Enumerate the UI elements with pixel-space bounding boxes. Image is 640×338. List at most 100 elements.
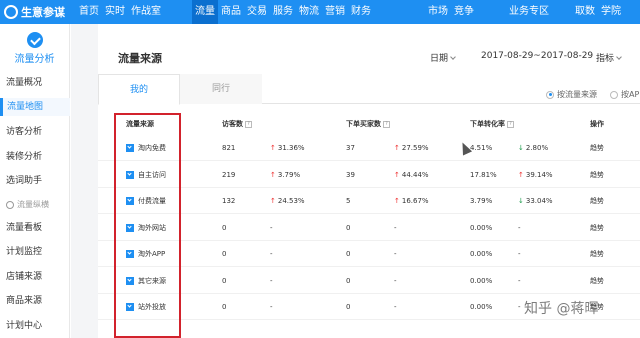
visitors-cell: 219 — [222, 170, 236, 179]
trend-link[interactable]: 趋势 — [590, 241, 604, 267]
buyers-cell: 37 — [346, 144, 355, 152]
col-header-conversion: 下单转化率? — [470, 119, 514, 129]
nav-business-zone[interactable]: 业务专区 — [506, 0, 552, 24]
change-value: - — [518, 276, 521, 285]
buyers-change-cell: - — [394, 268, 397, 294]
nav-data-fetch[interactable]: 取数 — [572, 0, 598, 24]
sidebar-item-decoration-analysis[interactable]: 装修分析 — [0, 148, 70, 166]
nav-finance[interactable]: 财务 — [348, 0, 374, 24]
tab-peers[interactable]: 同行 — [180, 74, 262, 104]
trend-link[interactable]: 趋势 — [590, 215, 604, 241]
conversion-cell: 3.79% — [470, 197, 493, 205]
conversion-change-cell: ↓ 33.04% — [518, 188, 553, 214]
nav-market[interactable]: 市场 — [425, 0, 451, 24]
buyers-change-cell: ↑ 44.44% — [394, 162, 429, 188]
sidebar-item-plan-center[interactable]: 计划中心 — [0, 317, 70, 335]
buyers-cell: 0 — [346, 223, 351, 232]
date-range[interactable]: 2017-08-29~2017-08-29 — [481, 51, 593, 61]
change-value: 27.59% — [401, 144, 429, 152]
tab-mine[interactable]: 我的 — [98, 74, 180, 105]
arrow-up-icon: ↑ — [270, 170, 276, 179]
change-value: 3.79% — [277, 170, 301, 179]
visitors-cell: 132 — [222, 197, 236, 205]
buyers-cell: 39 — [346, 170, 355, 179]
chevron-down-icon — [450, 54, 456, 60]
radio-button[interactable] — [610, 90, 618, 99]
content-gutter — [71, 24, 98, 338]
nav-marketing[interactable]: 营销 — [322, 0, 348, 24]
metric-selector[interactable]: 指标 — [596, 51, 622, 64]
visitors-change-cell: - — [270, 294, 273, 320]
conversion-change-cell: - — [518, 215, 521, 241]
arrow-up-icon: ↑ — [394, 170, 400, 179]
buyers-change-cell: - — [394, 215, 397, 241]
nav-realtime[interactable]: 实时 — [102, 0, 128, 24]
date-label: 日期 — [430, 54, 449, 64]
app-logo[interactable]: 生意参谋 — [0, 0, 68, 24]
change-value: - — [394, 276, 397, 285]
visitors-change-cell: - — [270, 268, 273, 294]
metric-label: 指标 — [596, 54, 615, 64]
trend-link[interactable]: 趋势 — [590, 162, 604, 188]
buyers-cell: 0 — [346, 276, 351, 285]
help-icon[interactable]: ? — [383, 120, 390, 128]
conversion-cell: 0.00% — [470, 276, 493, 285]
change-value: 16.67% — [401, 197, 429, 205]
sidebar-item-traffic-map[interactable]: 流量地图 — [0, 98, 70, 116]
nav-academy[interactable]: 学院 — [598, 0, 624, 24]
arrow-up-icon: ↑ — [394, 144, 400, 152]
highlight-box — [114, 113, 181, 338]
nav-home[interactable]: 首页 — [76, 0, 102, 24]
sidebar-item-shop-source[interactable]: 店铺来源 — [0, 268, 70, 286]
trend-link[interactable]: 趋势 — [590, 268, 604, 294]
arrow-up-icon: ↑ — [394, 197, 400, 205]
col-header-action: 操作 — [590, 120, 604, 128]
change-value: - — [270, 303, 273, 311]
nav-traffic[interactable]: 流量 — [192, 0, 218, 24]
visitors-change-cell: ↑ 31.36% — [270, 135, 305, 161]
radio-label: 按流量来源 — [557, 90, 597, 99]
change-value: 24.53% — [277, 197, 305, 205]
nav-group-market: 市场 竞争 — [425, 0, 477, 24]
nav-competition[interactable]: 竞争 — [451, 0, 477, 24]
nav-group-analysis: 流量 商品 交易 服务 物流 营销 财务 — [192, 0, 374, 24]
trend-link[interactable]: 趋势 — [590, 188, 604, 214]
trend-link[interactable]: 趋势 — [590, 135, 604, 161]
sidebar-item-traffic-board[interactable]: 流量看板 — [0, 219, 70, 237]
radio-button-selected[interactable] — [546, 90, 554, 99]
buyers-change-cell: ↑ 27.59% — [394, 135, 429, 161]
nav-logistics[interactable]: 物流 — [296, 0, 322, 24]
nav-service[interactable]: 服务 — [270, 0, 296, 24]
sidebar-title: 流量分析 — [14, 53, 55, 65]
app-title: 生意参谋 — [21, 6, 65, 19]
change-value: 39.14% — [525, 170, 553, 179]
sidebar-item-visitor-analysis[interactable]: 访客分析 — [0, 123, 70, 141]
nav-group-main: 首页 实时 作战室 — [76, 0, 164, 24]
col-header-label: 访客数 — [222, 120, 243, 128]
sidebar-item-product-source[interactable]: 商品来源 — [0, 292, 70, 310]
conversion-change-cell: ↓ 2.80% — [518, 135, 548, 161]
conversion-change-cell: - — [518, 294, 521, 320]
sidebar-item-traffic-overview[interactable]: 流量概况 — [0, 74, 70, 92]
sidebar-item-plan-monitor[interactable]: 计划监控 — [0, 243, 70, 261]
nav-war-room[interactable]: 作战室 — [128, 0, 164, 24]
change-value: 33.04% — [525, 197, 553, 205]
arrow-down-icon: ↓ — [518, 144, 524, 152]
conversion-cell: 0.00% — [470, 223, 493, 232]
date-selector[interactable]: 日期 — [430, 51, 456, 64]
change-value: - — [394, 223, 397, 232]
conversion-cell: 0.00% — [470, 250, 493, 258]
sidebar-item-keyword-helper[interactable]: 选词助手 — [0, 172, 70, 190]
buyers-change-cell: - — [394, 294, 397, 320]
nav-transactions[interactable]: 交易 — [244, 0, 270, 24]
nav-products[interactable]: 商品 — [218, 0, 244, 24]
arrow-up-icon: ↑ — [270, 144, 276, 152]
radio-by-source[interactable]: 按流量来源 — [546, 89, 597, 100]
radio-by-app[interactable]: 按APP — [610, 89, 640, 100]
traffic-analysis-icon — [26, 31, 43, 48]
visitors-cell: 0 — [222, 250, 227, 258]
help-icon[interactable]: ? — [507, 120, 514, 128]
chevron-down-icon — [616, 54, 622, 60]
change-value: 44.44% — [401, 170, 429, 179]
help-icon[interactable]: ? — [245, 120, 252, 128]
